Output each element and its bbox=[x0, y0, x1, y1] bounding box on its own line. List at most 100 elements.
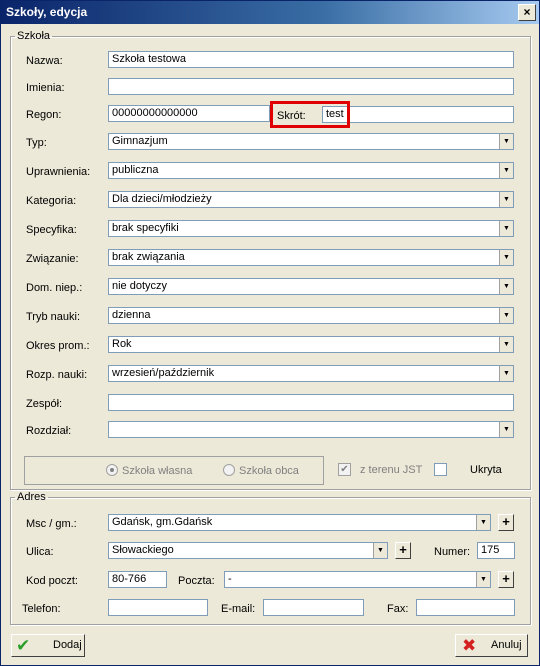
uprawnienia-select[interactable]: publiczna ▼ bbox=[108, 162, 514, 179]
numer-input[interactable]: 175 bbox=[477, 542, 515, 559]
szkola-type-radio-group: Szkoła własna Szkoła obca bbox=[24, 456, 324, 485]
skrot-highlight bbox=[270, 101, 350, 128]
radio-selected-icon bbox=[106, 464, 118, 476]
chevron-down-icon[interactable]: ▼ bbox=[499, 250, 513, 265]
checkmark-icon: ✔ bbox=[340, 464, 349, 475]
typ-select[interactable]: Gimnazjum ▼ bbox=[108, 133, 514, 150]
okres-prom-value: Rok bbox=[112, 338, 132, 350]
zwiazanie-select[interactable]: brak związania ▼ bbox=[108, 249, 514, 266]
kategoria-label: Kategoria: bbox=[26, 195, 77, 207]
chevron-down-icon[interactable]: ▼ bbox=[499, 337, 513, 352]
uprawnienia-label: Uprawnienia: bbox=[26, 166, 91, 178]
adres-legend: Adres bbox=[17, 491, 46, 503]
kategoria-select[interactable]: Dla dzieci/młodzieży ▼ bbox=[108, 191, 514, 208]
z-terenu-jst-label: z terenu JST bbox=[360, 464, 423, 476]
zespol-label: Zespół: bbox=[26, 398, 63, 410]
ulica-value: Słowackiego bbox=[112, 544, 174, 556]
okres-prom-select[interactable]: Rok ▼ bbox=[108, 336, 514, 353]
numer-label: Numer: bbox=[434, 546, 471, 558]
telefon-label: Telefon: bbox=[22, 603, 61, 615]
typ-value: Gimnazjum bbox=[112, 135, 168, 147]
window-title: Szkoły, edycja bbox=[6, 5, 88, 19]
chevron-down-icon[interactable]: ▼ bbox=[499, 163, 513, 178]
szkola-wlasna-radio[interactable]: Szkoła własna bbox=[106, 464, 192, 477]
fax-input[interactable] bbox=[416, 599, 515, 616]
cross-icon: ✖ bbox=[462, 636, 477, 655]
dom-niep-value: nie dotyczy bbox=[112, 280, 168, 292]
close-button[interactable]: × bbox=[518, 4, 536, 21]
anuluj-button[interactable]: ✖ Anuluj bbox=[455, 634, 528, 657]
plus-icon: + bbox=[399, 542, 407, 557]
add-msc-button[interactable]: + bbox=[498, 514, 514, 531]
szkola-obca-label: Szkoła obca bbox=[239, 465, 299, 477]
szkola-legend: Szkoła bbox=[17, 30, 51, 42]
skrot-input[interactable]: test bbox=[322, 106, 514, 123]
imienia-label: Imienia: bbox=[26, 82, 65, 94]
specyfika-label: Specyfika: bbox=[26, 224, 77, 236]
poczta-label: Poczta: bbox=[178, 575, 215, 587]
specyfika-value: brak specyfiki bbox=[112, 222, 179, 234]
kod-pocztowy-label: Kod poczt: bbox=[26, 575, 78, 587]
chevron-down-icon[interactable]: ▼ bbox=[499, 192, 513, 207]
specyfika-select[interactable]: brak specyfiki ▼ bbox=[108, 220, 514, 237]
chevron-down-icon[interactable]: ▼ bbox=[499, 366, 513, 381]
chevron-down-icon[interactable]: ▼ bbox=[499, 279, 513, 294]
tryb-nauki-select[interactable]: dzienna ▼ bbox=[108, 307, 514, 324]
ukryta-label: Ukryta bbox=[470, 464, 502, 476]
rozp-nauki-select[interactable]: wrzesień/październik ▼ bbox=[108, 365, 514, 382]
chevron-down-icon[interactable]: ▼ bbox=[476, 572, 490, 587]
msc-label: Msc / gm.: bbox=[26, 518, 77, 530]
chevron-down-icon[interactable]: ▼ bbox=[373, 543, 387, 558]
dialog-window: Szkoły, edycja × Szkoła Nazwa: Szkoła te… bbox=[0, 0, 540, 666]
chevron-down-icon[interactable]: ▼ bbox=[476, 515, 490, 530]
rozdzial-label: Rozdział: bbox=[26, 425, 72, 437]
okres-prom-label: Okres prom.: bbox=[26, 340, 90, 352]
kategoria-value: Dla dzieci/młodzieży bbox=[112, 193, 212, 205]
dom-niep-label: Dom. niep.: bbox=[26, 282, 83, 294]
add-poczta-button[interactable]: + bbox=[498, 571, 514, 588]
nazwa-input[interactable]: Szkoła testowa bbox=[108, 51, 514, 68]
plus-icon: + bbox=[502, 571, 510, 586]
uprawnienia-value: publiczna bbox=[112, 164, 159, 176]
add-ulica-button[interactable]: + bbox=[395, 542, 411, 559]
dodaj-button[interactable]: ✔ Dodaj bbox=[11, 634, 85, 657]
typ-label: Typ: bbox=[26, 137, 47, 149]
chevron-down-icon[interactable]: ▼ bbox=[499, 221, 513, 236]
nazwa-label: Nazwa: bbox=[26, 55, 63, 67]
ulica-select[interactable]: Słowackiego ▼ bbox=[108, 542, 388, 559]
imienia-input[interactable] bbox=[108, 78, 514, 95]
poczta-select[interactable]: - ▼ bbox=[224, 571, 491, 588]
szkola-wlasna-label: Szkoła własna bbox=[122, 465, 193, 477]
telefon-input[interactable] bbox=[108, 599, 208, 616]
rozp-nauki-label: Rozp. nauki: bbox=[26, 369, 88, 381]
anuluj-label: Anuluj bbox=[491, 639, 522, 651]
chevron-down-icon[interactable]: ▼ bbox=[499, 422, 513, 437]
tryb-nauki-value: dzienna bbox=[112, 309, 151, 321]
checkmark-icon: ✔ bbox=[16, 636, 31, 655]
regon-label: Regon: bbox=[26, 109, 62, 121]
email-label: E-mail: bbox=[221, 603, 256, 615]
ukryta-checkbox[interactable] bbox=[434, 463, 447, 476]
ulica-label: Ulica: bbox=[26, 546, 54, 558]
z-terenu-jst-checkbox[interactable]: ✔ bbox=[338, 463, 351, 476]
msc-select[interactable]: Gdańsk, gm.Gdańsk ▼ bbox=[108, 514, 491, 531]
dom-niep-select[interactable]: nie dotyczy ▼ bbox=[108, 278, 514, 295]
fax-label: Fax: bbox=[387, 603, 409, 615]
chevron-down-icon[interactable]: ▼ bbox=[499, 308, 513, 323]
poczta-value: - bbox=[228, 573, 232, 585]
kod-pocztowy-input[interactable]: 80-766 bbox=[108, 571, 167, 588]
rozdzial-select[interactable]: ▼ bbox=[108, 421, 514, 438]
msc-value: Gdańsk, gm.Gdańsk bbox=[112, 516, 213, 528]
regon-input[interactable]: 00000000000000 bbox=[108, 105, 270, 122]
plus-icon: + bbox=[502, 514, 510, 529]
zwiazanie-label: Związanie: bbox=[26, 253, 79, 265]
tryb-nauki-label: Tryb nauki: bbox=[26, 311, 81, 323]
zwiazanie-value: brak związania bbox=[112, 251, 185, 263]
radio-empty-icon bbox=[223, 464, 235, 476]
zespol-input[interactable] bbox=[108, 394, 514, 411]
szkola-obca-radio[interactable]: Szkoła obca bbox=[223, 464, 299, 477]
chevron-down-icon[interactable]: ▼ bbox=[499, 134, 513, 149]
rozp-nauki-value: wrzesień/październik bbox=[112, 367, 215, 379]
dodaj-label: Dodaj bbox=[53, 639, 82, 651]
email-input[interactable] bbox=[263, 599, 364, 616]
